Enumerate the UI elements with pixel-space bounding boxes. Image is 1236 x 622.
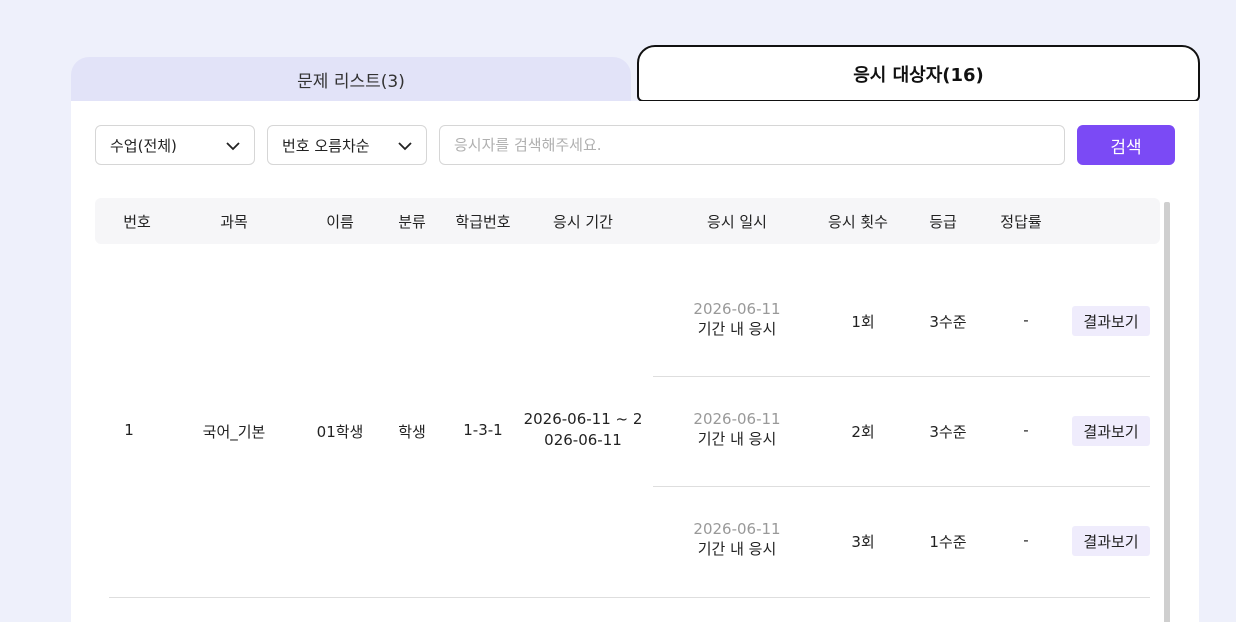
attempt-grade: 1수준 bbox=[929, 533, 967, 551]
cell-period-line2: 026-06-11 bbox=[544, 431, 622, 449]
chevron-down-icon bbox=[226, 142, 240, 151]
table-header: 번호 과목 이름 분류 학급번호 응시 기간 응시 일시 응시 횟수 등급 정답… bbox=[95, 198, 1160, 244]
header-category: 분류 bbox=[398, 213, 426, 231]
cell-subject: 국어_기본 bbox=[202, 423, 266, 441]
attempt-date-value: 2026-06-11 bbox=[693, 410, 781, 428]
examinee-panel: 수업(전체) 번호 오름차순 검색 번호 과목 이름 분류 학급번호 응시 기간… bbox=[71, 101, 1199, 622]
attempt-grade: 3수준 bbox=[929, 423, 967, 441]
header-accuracy: 정답률 bbox=[1000, 213, 1042, 231]
tab-problem-list-label: 문제 리스트(3) bbox=[297, 71, 405, 92]
chevron-down-icon bbox=[398, 142, 412, 151]
cell-class-number: 1-3-1 bbox=[463, 421, 503, 439]
attempt-date: 2026-06-11 기간 내 응시 bbox=[693, 520, 780, 559]
search-input[interactable] bbox=[439, 125, 1065, 165]
attempt-status: 기간 내 응시 bbox=[697, 540, 777, 558]
attempt-status: 기간 내 응시 bbox=[697, 430, 777, 448]
attempt-accuracy: - bbox=[1023, 421, 1029, 439]
header-subject: 과목 bbox=[220, 213, 248, 231]
class-select[interactable]: 수업(전체) bbox=[95, 125, 255, 165]
header-attempt-count: 응시 횟수 bbox=[828, 213, 888, 231]
view-result-button[interactable]: 결과보기 bbox=[1072, 526, 1150, 556]
cell-name: 01학생 bbox=[316, 423, 364, 441]
attempt-accuracy: - bbox=[1023, 311, 1029, 329]
header-number: 번호 bbox=[123, 213, 151, 231]
sort-select-value: 번호 오름차순 bbox=[282, 136, 370, 155]
view-result-button[interactable]: 결과보기 bbox=[1072, 416, 1150, 446]
tab-problem-list[interactable]: 문제 리스트(3) bbox=[71, 57, 631, 101]
header-exam-datetime: 응시 일시 bbox=[707, 213, 767, 231]
attempt-count: 3회 bbox=[851, 533, 875, 551]
attempt-date: 2026-06-11 기간 내 응시 bbox=[693, 410, 780, 449]
cell-number: 1 bbox=[124, 421, 134, 439]
header-name: 이름 bbox=[326, 213, 354, 231]
attempt-date-value: 2026-06-11 bbox=[693, 520, 781, 538]
sort-select[interactable]: 번호 오름차순 bbox=[267, 125, 427, 165]
tab-examinees[interactable]: 응시 대상자(16) bbox=[637, 45, 1200, 102]
attempt-status: 기간 내 응시 bbox=[697, 320, 777, 338]
header-exam-period: 응시 기간 bbox=[553, 213, 613, 231]
attempt-count: 1회 bbox=[851, 313, 875, 331]
header-class-number: 학급번호 bbox=[455, 213, 511, 231]
row-divider bbox=[653, 376, 1150, 377]
class-select-value: 수업(전체) bbox=[110, 136, 177, 155]
cell-period-line1: 2026-06-11 ~ 2 bbox=[523, 410, 643, 428]
attempt-grade: 3수준 bbox=[929, 313, 967, 331]
row-divider bbox=[653, 486, 1150, 487]
tab-examinees-label: 응시 대상자(16) bbox=[853, 64, 984, 86]
table-scrollbar[interactable] bbox=[1164, 202, 1170, 622]
cell-category: 학생 bbox=[398, 423, 426, 441]
attempt-accuracy: - bbox=[1023, 531, 1029, 549]
attempt-date-value: 2026-06-11 bbox=[693, 300, 781, 318]
header-grade: 등급 bbox=[929, 213, 957, 231]
search-button[interactable]: 검색 bbox=[1077, 125, 1175, 165]
row-divider bbox=[109, 597, 1150, 598]
view-result-button[interactable]: 결과보기 bbox=[1072, 306, 1150, 336]
attempt-count: 2회 bbox=[851, 423, 875, 441]
attempt-date: 2026-06-11 기간 내 응시 bbox=[693, 300, 780, 339]
